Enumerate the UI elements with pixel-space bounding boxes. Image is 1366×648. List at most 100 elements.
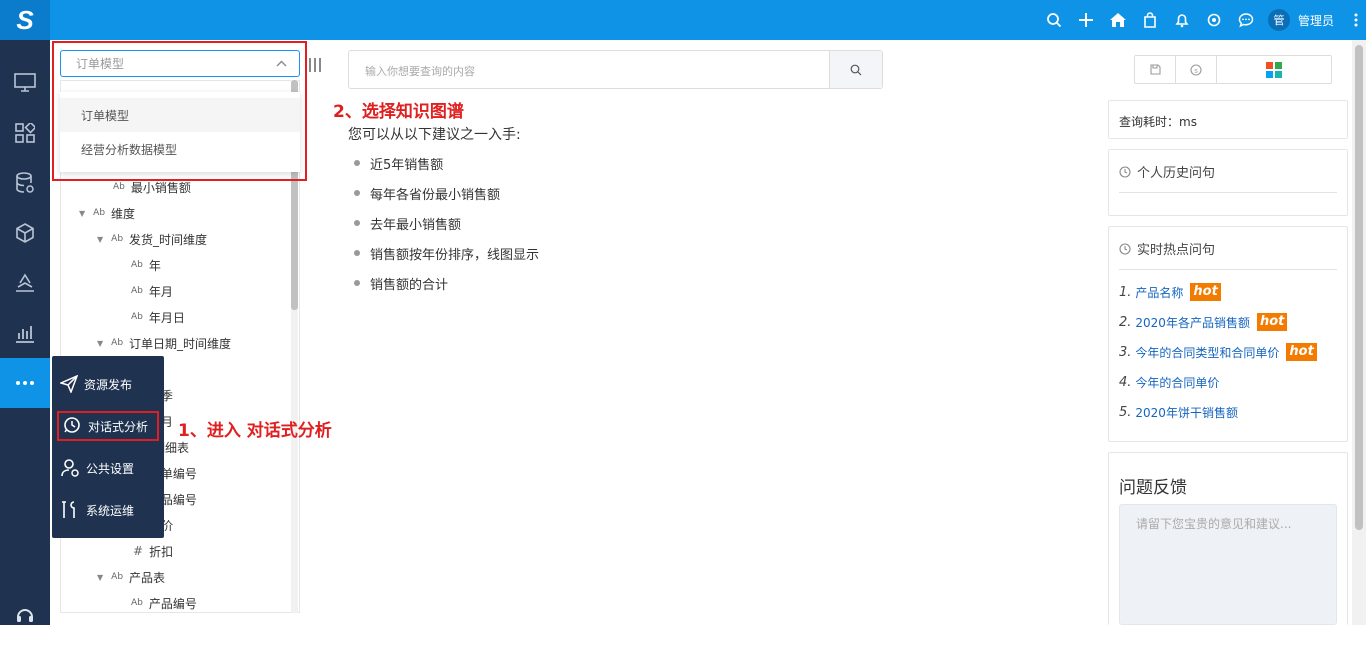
suggestion-text: 销售额的合计 (370, 277, 449, 293)
sidebar-item-database[interactable] (0, 158, 50, 208)
skype-icon: s (1190, 63, 1202, 76)
page-scrollbar-thumb[interactable] (1355, 45, 1363, 530)
tree-node[interactable]: Ab 年 (131, 255, 161, 275)
query-search[interactable]: 输入你想要查询的内容 (348, 50, 883, 89)
menu-item-public-settings[interactable]: 公共设置 (52, 447, 164, 489)
hot-text: 今年的合同类型和合同单价 (1135, 345, 1280, 360)
hot-num: 2. (1119, 314, 1132, 330)
tree-node-label: 年 (148, 258, 161, 273)
add-icon[interactable] (1070, 0, 1102, 40)
suggestion-item[interactable]: 去年最小销售额 (354, 213, 461, 233)
menu-item-resource-publish[interactable]: 资源发布 (52, 363, 164, 405)
suggestion-item[interactable]: 每年各省份最小销售额 (354, 183, 500, 203)
panel-splitter[interactable] (309, 58, 321, 72)
history-title-text: 个人历史问句 (1137, 166, 1216, 181)
hot-badge: hot (1256, 313, 1288, 331)
tree-node[interactable]: ▼ Ab 发货_时间维度 (97, 229, 207, 249)
query-time-panel: 查询耗时：ms (1108, 100, 1348, 139)
hot-num: 4. (1119, 374, 1132, 390)
hot-title-text: 实时热点问句 (1137, 243, 1216, 258)
sidebar-item-cube[interactable] (0, 208, 50, 258)
suggestion-item[interactable]: 销售额的合计 (354, 273, 448, 293)
bell-icon[interactable] (1166, 0, 1198, 40)
hot-question-item[interactable]: 4. 今年的合同单价 (1119, 372, 1219, 392)
tree-node[interactable]: Ab 年月日 (131, 307, 185, 327)
menu-item-label: 系统运维 (86, 503, 135, 518)
field-type-icon: Ab (131, 598, 143, 608)
username[interactable]: 管理员 (1298, 12, 1334, 29)
hot-text: 2020年各产品销售额 (1135, 315, 1250, 330)
suggestions-intro: 您可以从以下建议之一入手: (348, 127, 521, 143)
sidebar-item-monitor[interactable] (0, 58, 50, 108)
hot-question-item[interactable]: 5. 2020年饼干销售额 (1119, 402, 1238, 422)
history-title: 个人历史问句 (1119, 162, 1215, 181)
sidebar-item-more[interactable] (0, 358, 50, 408)
hot-text: 今年的合同单价 (1135, 375, 1220, 390)
tree-node[interactable]: ▼ Ab 订单日期_时间维度 (97, 333, 231, 353)
caret-down-icon[interactable]: ▼ (97, 573, 103, 582)
app-logo[interactable]: S (0, 0, 50, 40)
home-icon[interactable] (1102, 0, 1134, 40)
help-label: 答疑 (12, 633, 37, 647)
caret-down-icon[interactable]: ▼ (97, 339, 103, 348)
save-icon (1149, 64, 1161, 75)
more-horizontal-icon (16, 381, 34, 385)
windows-icon (1266, 61, 1282, 78)
menu-item-label: 公共设置 (86, 461, 135, 476)
hot-question-item[interactable]: 1. 产品名称 hot (1119, 282, 1221, 302)
sidebar-item-apps[interactable] (0, 108, 50, 158)
suggestion-item[interactable]: 销售额按年份排序，线图显示 (354, 243, 539, 263)
tree-node-label: 最小销售额 (130, 180, 191, 195)
apps-icon (15, 123, 35, 143)
hot-question-item[interactable]: 3. 今年的合同类型和合同单价 hot (1119, 342, 1317, 362)
search-icon[interactable] (1038, 0, 1070, 40)
tree-node[interactable]: ▼ Ab 产品表 (97, 567, 165, 587)
tree-node-label: 订单日期_时间维度 (129, 336, 232, 351)
avatar[interactable]: 管 (1267, 9, 1290, 31)
tree-node[interactable]: ▼ Ab 维度 (79, 203, 135, 223)
suggestion-text: 近5年销售额 (370, 157, 444, 173)
bar-chart-icon (16, 326, 34, 343)
sidebar-item-layers[interactable] (0, 258, 50, 308)
tree-node[interactable]: # 折扣 (133, 541, 173, 561)
skype-button[interactable]: s (1176, 56, 1217, 83)
menu-item-conversational-analysis[interactable]: 对话式分析 (57, 411, 159, 441)
bullet (354, 190, 360, 196)
more-vertical-icon[interactable] (1346, 0, 1366, 40)
settings-icon[interactable] (1198, 0, 1230, 40)
hot-text: 产品名称 (1135, 285, 1184, 300)
feedback-textarea[interactable]: 请留下您宝贵的意见和建议... (1119, 504, 1337, 625)
database-icon (16, 172, 34, 193)
layers-icon (16, 273, 34, 292)
save-button[interactable] (1135, 56, 1176, 83)
hot-text: 2020年饼干销售额 (1135, 405, 1238, 420)
suggestion-item[interactable]: 近5年销售额 (354, 153, 443, 173)
menu-item-label: 对话式分析 (88, 419, 149, 434)
hot-question-item[interactable]: 2. 2020年各产品销售额 hot (1119, 312, 1288, 332)
headset-icon (17, 609, 33, 622)
chat-icon[interactable] (1230, 0, 1262, 40)
field-type-icon: Ab (93, 208, 106, 218)
tree-node[interactable]: Ab 年月 (131, 281, 173, 301)
bag-icon[interactable] (1134, 0, 1166, 40)
hot-num: 1. (1119, 284, 1132, 300)
tree-node-label: 年月日 (148, 310, 185, 325)
windows-view-button[interactable] (1217, 56, 1331, 83)
tools-icon (62, 501, 75, 518)
caret-down-icon[interactable]: ▼ (79, 209, 85, 218)
field-type-icon: Ab (111, 234, 124, 244)
user-settings-icon (61, 459, 79, 477)
sidebar-help[interactable]: 答疑 (0, 606, 50, 648)
field-type-icon: Ab (111, 572, 124, 582)
bullet (354, 280, 360, 286)
tree-node[interactable]: Ab 产品编号 (131, 593, 197, 612)
menu-item-system-ops[interactable]: 系统运维 (52, 489, 164, 531)
sidebar-item-chart[interactable] (0, 308, 50, 358)
search-button[interactable] (829, 51, 882, 88)
caret-down-icon[interactable]: ▼ (97, 235, 103, 244)
tree-node-label: 年月 (148, 284, 173, 299)
annotation-box-model (52, 41, 307, 181)
search-input[interactable]: 输入你想要查询的内容 (365, 63, 475, 79)
tree-node-label: 维度 (111, 206, 136, 221)
flyout-menu: 资源发布 对话式分析 公共设置 系统运维 (52, 356, 164, 538)
